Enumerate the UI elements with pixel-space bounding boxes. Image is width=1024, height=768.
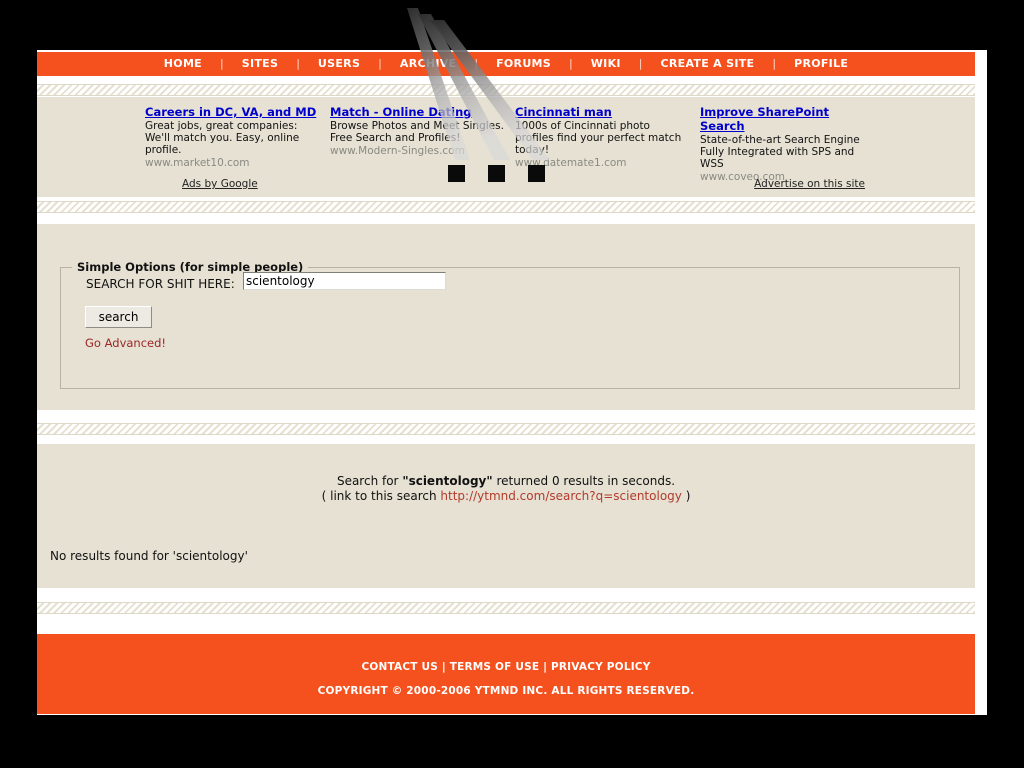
ad-display-url: www.Modern-Singles.com bbox=[330, 145, 465, 157]
search-panel: Simple Options (for simple people) SEARC… bbox=[37, 224, 975, 410]
ad-body-text: Great jobs, great companies: We'll match… bbox=[145, 120, 300, 156]
nav-forums[interactable]: FORUMS bbox=[478, 52, 569, 76]
search-field-label: SEARCH FOR SHIT HERE: bbox=[86, 277, 235, 291]
screen: HOME | SITES | USERS | ARCHIVE | FORUMS | WIKI | CRE… bbox=[0, 0, 1024, 768]
ad-body-text: Browse Photos and Meet Singles. Free Sea… bbox=[330, 120, 504, 144]
no-results-message: No results found for 'scientology' bbox=[50, 549, 248, 563]
results-prefix: Search for bbox=[336, 474, 403, 488]
footer-copyright: COPYRIGHT © 2000-2006 YTMND INC. ALL RIG… bbox=[317, 685, 695, 697]
footer-link[interactable]: TERMS OF USE bbox=[450, 661, 540, 673]
main-navigation: HOME | SITES | USERS | ARCHIVE | FORUMS | WIKI | CRE… bbox=[37, 52, 975, 76]
nav-users[interactable]: USERS bbox=[300, 52, 378, 76]
advertisement-panel: Careers in DC, VA, and MD Great jobs, gre… bbox=[37, 97, 975, 197]
permalink-suffix: ) bbox=[681, 489, 691, 503]
footer-links: CONTACT US | TERMS OF USE | PRIVACY POLI… bbox=[37, 655, 975, 679]
nav-sites[interactable]: SITES bbox=[224, 52, 296, 76]
footer-link[interactable]: PRIVACY POLICY bbox=[551, 661, 651, 673]
search-permalink-link[interactable]: http://ytmnd.com/search?q=scientology bbox=[440, 489, 681, 503]
search-results-panel: Search for "scientology" returned 0 resu… bbox=[37, 444, 975, 588]
ad-display-url: www.datemate1.com bbox=[515, 157, 627, 169]
nav-create-a-site[interactable]: CREATE A SITE bbox=[643, 52, 773, 76]
advertise-on-this-site-link[interactable]: Advertise on this site bbox=[754, 178, 865, 190]
search-input[interactable] bbox=[243, 272, 446, 290]
results-query: "scientology" bbox=[402, 474, 493, 488]
nav-home[interactable]: HOME bbox=[146, 52, 220, 76]
nav-archive[interactable]: ARCHIVE bbox=[382, 52, 474, 76]
divider-hatch-below-ads bbox=[37, 201, 975, 213]
ad-item: Match - Online Dating Browse Photos and M… bbox=[330, 105, 515, 184]
ads-by-google-link[interactable]: Ads by Google bbox=[182, 178, 258, 190]
ad-title-link[interactable]: Match - Online Dating bbox=[330, 105, 505, 119]
permalink-prefix: ( link to this search bbox=[321, 489, 441, 503]
results-count-line: Search for "scientology" returned 0 resu… bbox=[37, 474, 975, 489]
ad-title-link[interactable]: Careers in DC, VA, and MD bbox=[145, 105, 320, 119]
ad-title-link[interactable]: Improve SharePoint Search bbox=[700, 105, 875, 133]
results-permalink-line: ( link to this search http://ytmnd.com/s… bbox=[37, 489, 975, 504]
footer-link[interactable]: CONTACT US bbox=[361, 661, 438, 673]
go-advanced-link[interactable]: Go Advanced! bbox=[85, 336, 166, 350]
results-summary: Search for "scientology" returned 0 resu… bbox=[37, 474, 975, 504]
search-button[interactable]: search bbox=[85, 306, 152, 328]
results-suffix: returned 0 results in seconds. bbox=[492, 474, 676, 488]
ads-grid: Careers in DC, VA, and MD Great jobs, gre… bbox=[145, 105, 945, 184]
ad-title-link[interactable]: Cincinnati man bbox=[515, 105, 690, 119]
ad-body-text: State-of-the-art Search Engine Fully Int… bbox=[700, 134, 860, 170]
footer-separator: | bbox=[437, 661, 450, 673]
divider-hatch-above-footer bbox=[37, 602, 975, 614]
nav-profile[interactable]: PROFILE bbox=[776, 52, 866, 76]
ad-item: Improve SharePoint Search State-of-the-ar… bbox=[700, 105, 885, 184]
site-footer: CONTACT US | TERMS OF USE | PRIVACY POLI… bbox=[37, 634, 975, 714]
ad-body-text: 1000s of Cincinnati photo profiles find … bbox=[515, 120, 682, 156]
ad-item: Cincinnati man 1000s of Cincinnati photo … bbox=[515, 105, 700, 184]
divider-hatch-top bbox=[37, 84, 975, 96]
divider-hatch-below-search bbox=[37, 423, 975, 435]
footer-separator: | bbox=[539, 661, 551, 673]
ad-item: Careers in DC, VA, and MD Great jobs, gre… bbox=[145, 105, 330, 184]
nav-wiki[interactable]: WIKI bbox=[573, 52, 639, 76]
ad-display-url: www.market10.com bbox=[145, 157, 250, 169]
